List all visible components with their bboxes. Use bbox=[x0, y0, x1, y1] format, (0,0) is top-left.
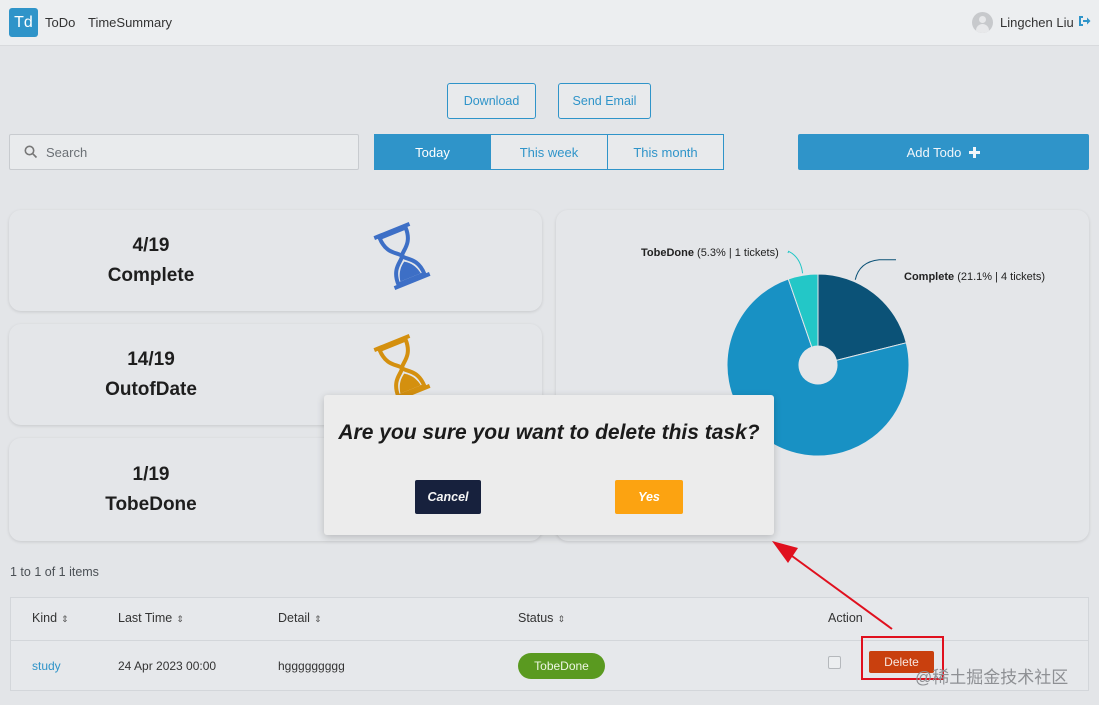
column-status[interactable]: Status ⇕ bbox=[518, 611, 565, 625]
stat-value: 4/19 bbox=[132, 235, 170, 256]
row-last-time: 24 Apr 2023 00:00 bbox=[118, 659, 217, 673]
sort-icon: ⇕ bbox=[61, 614, 69, 624]
yes-button[interactable]: Yes bbox=[615, 480, 683, 514]
stat-label: TobeDone bbox=[105, 494, 197, 515]
row-kind[interactable]: study bbox=[32, 659, 61, 673]
plus-icon bbox=[969, 146, 981, 158]
cancel-button[interactable]: Cancel bbox=[415, 480, 481, 514]
row-checkbox[interactable] bbox=[828, 656, 841, 669]
add-todo-label: Add Todo bbox=[906, 144, 962, 160]
sort-icon: ⇕ bbox=[313, 614, 322, 624]
label-tobedone: TobeDone (5.3% | 1 tickets) bbox=[641, 247, 779, 259]
column-last-time[interactable]: Last Time ⇕ bbox=[118, 611, 184, 625]
stat-card-complete: 4/19 Complete bbox=[9, 210, 542, 311]
row-detail: hggggggggg bbox=[278, 659, 345, 673]
stat-label: OutofDate bbox=[105, 379, 197, 400]
download-button[interactable]: Download bbox=[447, 83, 536, 119]
stat-value: 1/19 bbox=[132, 464, 170, 485]
app-logo[interactable]: Td bbox=[9, 8, 38, 37]
sort-icon: ⇕ bbox=[176, 614, 184, 624]
tab-today[interactable]: Today bbox=[374, 134, 491, 170]
hourglass-icon bbox=[373, 221, 431, 291]
pager-text: 1 to 1 of 1 items bbox=[10, 565, 99, 579]
dialog-title: Are you sure you want to delete this tas… bbox=[338, 421, 760, 444]
stat-value: 14/19 bbox=[127, 349, 175, 370]
send-email-button[interactable]: Send Email bbox=[558, 83, 651, 119]
search-icon bbox=[24, 145, 38, 159]
search-input[interactable]: Search bbox=[9, 134, 359, 170]
hourglass-icon bbox=[373, 333, 431, 403]
tab-this-week[interactable]: This week bbox=[490, 134, 608, 170]
status-badge: TobeDone bbox=[518, 653, 605, 679]
watermark: @稀土掘金技术社区 bbox=[915, 668, 1069, 687]
leader-line-complete bbox=[854, 259, 896, 280]
confirm-delete-dialog: Are you sure you want to delete this tas… bbox=[324, 395, 774, 535]
user-name[interactable]: Lingchen Liu bbox=[1000, 15, 1074, 30]
stat-label: Complete bbox=[107, 265, 195, 286]
tab-this-month[interactable]: This month bbox=[607, 134, 724, 170]
nav-todo[interactable]: ToDo bbox=[45, 15, 75, 30]
sort-icon: ⇕ bbox=[557, 614, 565, 624]
logout-icon[interactable] bbox=[1077, 13, 1091, 29]
add-todo-button[interactable]: Add Todo bbox=[798, 134, 1089, 170]
search-placeholder: Search bbox=[46, 145, 88, 160]
column-action: Action bbox=[828, 611, 863, 625]
avatar[interactable] bbox=[972, 12, 993, 33]
column-kind[interactable]: Kind ⇕ bbox=[32, 611, 69, 625]
column-detail[interactable]: Detail ⇕ bbox=[278, 611, 322, 625]
leader-line-tobedone bbox=[787, 250, 804, 274]
top-navbar: Td ToDo TimeSummary Lingchen Liu bbox=[0, 0, 1099, 46]
label-complete: Complete (21.1% | 4 tickets) bbox=[904, 271, 1046, 283]
nav-timesummary[interactable]: TimeSummary bbox=[88, 15, 172, 30]
